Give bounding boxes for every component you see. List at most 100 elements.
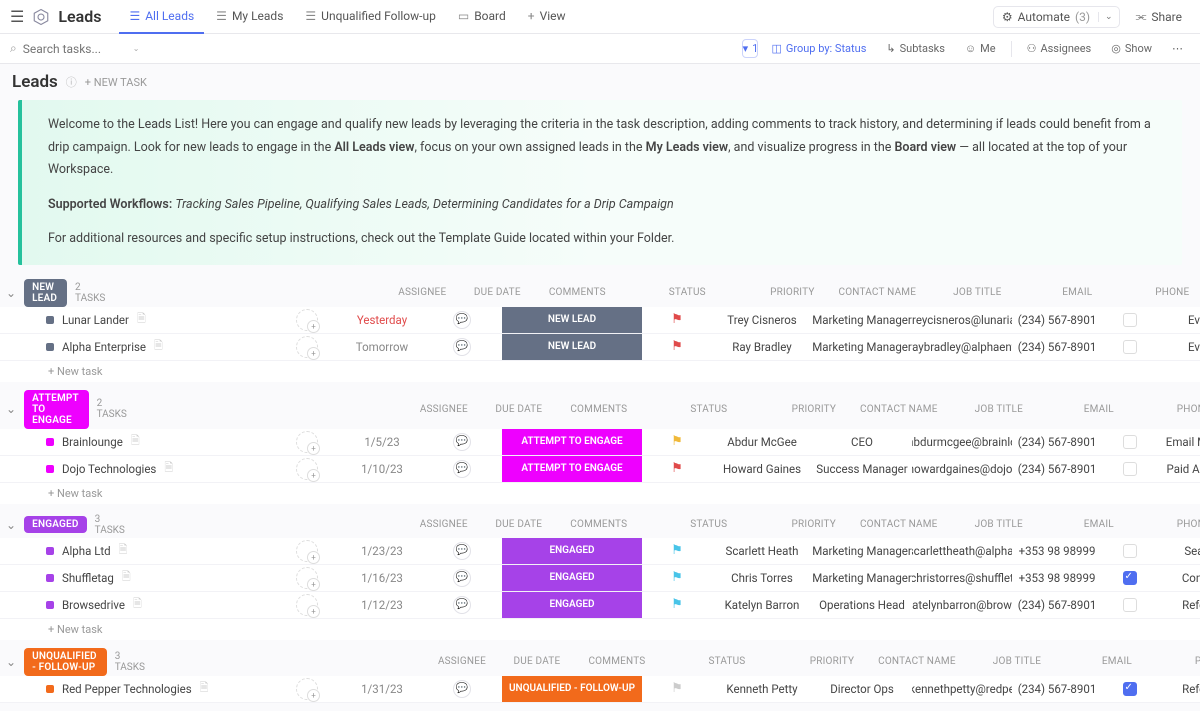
drip-checkbox[interactable] xyxy=(1123,571,1137,585)
job-cell[interactable]: Director Ops xyxy=(812,676,912,702)
contact-cell[interactable]: Kenneth Petty xyxy=(712,676,812,702)
col-due[interactable]: DUE DATE xyxy=(457,280,537,306)
priority-cell[interactable]: ⚑ xyxy=(642,592,712,618)
col-status[interactable]: STATUS xyxy=(639,396,779,422)
col-job[interactable]: JOB TITLE xyxy=(927,280,1027,306)
drip-cell[interactable] xyxy=(1102,334,1157,360)
search-input[interactable] xyxy=(23,42,123,56)
comments-cell[interactable]: 💬 xyxy=(422,676,502,702)
status-cell[interactable]: ATTEMPT TO ENGAGE xyxy=(502,429,642,455)
drip-checkbox[interactable] xyxy=(1123,435,1137,449)
contact-cell[interactable]: Scarlett Heath xyxy=(712,538,812,564)
automate-chevron-icon[interactable]: ⌄ xyxy=(1098,12,1119,22)
col-due[interactable]: DUE DATE xyxy=(497,649,577,675)
collapse-caret-icon[interactable]: ⌄ xyxy=(6,518,16,532)
comment-icon[interactable]: 💬 xyxy=(453,338,471,356)
job-cell[interactable]: Operations Head xyxy=(812,592,912,618)
task-row[interactable]: Brainlounge 🗎 1/5/23 💬 ATTEMPT TO ENGAGE… xyxy=(0,429,1200,456)
email-cell[interactable]: kennethpetty@redpe xyxy=(912,676,1012,702)
assignee-cell[interactable] xyxy=(272,538,342,564)
priority-cell[interactable]: ⚑ xyxy=(642,538,712,564)
source-cell[interactable]: Referral xyxy=(1157,592,1200,618)
comment-icon[interactable]: 💬 xyxy=(453,680,471,698)
col-email[interactable]: EMAIL xyxy=(1049,512,1149,538)
tab-unqualified[interactable]: ☰Unqualified Follow-up xyxy=(295,0,445,34)
col-contact[interactable]: CONTACT NAME xyxy=(849,396,949,422)
comments-cell[interactable]: 💬 xyxy=(422,334,502,360)
assignee-placeholder-icon[interactable] xyxy=(296,336,318,358)
source-cell[interactable]: Paid Adverti... xyxy=(1157,456,1200,482)
comments-cell[interactable]: 💬 xyxy=(422,538,502,564)
drip-cell[interactable] xyxy=(1102,538,1157,564)
drip-checkbox[interactable] xyxy=(1123,462,1137,476)
doc-icon[interactable]: 🗎 xyxy=(131,432,140,451)
drip-checkbox[interactable] xyxy=(1123,598,1137,612)
info-icon[interactable]: ⓘ xyxy=(66,74,77,90)
drip-checkbox[interactable] xyxy=(1123,682,1137,696)
comment-icon[interactable]: 💬 xyxy=(453,596,471,614)
source-cell[interactable]: Event xyxy=(1157,307,1200,333)
task-row[interactable]: Alpha Enterprise 🗎 Tomorrow 💬 NEW LEAD ⚑… xyxy=(0,334,1200,361)
contact-cell[interactable]: Abdur McGee xyxy=(712,429,812,455)
doc-icon[interactable]: 🗎 xyxy=(133,595,142,614)
due-date-cell[interactable]: 1/31/23 xyxy=(342,676,422,702)
comment-icon[interactable]: 💬 xyxy=(453,433,471,451)
tab-all-leads[interactable]: ☰All Leads xyxy=(119,0,204,34)
priority-cell[interactable]: ⚑ xyxy=(642,676,712,702)
col-priority[interactable]: PRIORITY xyxy=(779,396,849,422)
col-assignee[interactable]: ASSIGNEE xyxy=(409,512,479,538)
col-phone[interactable]: PHONE xyxy=(1149,396,1200,422)
status-cell[interactable]: ATTEMPT TO ENGAGE xyxy=(502,456,642,482)
subtasks-pill[interactable]: ↳Subtasks xyxy=(879,40,952,57)
assignee-cell[interactable] xyxy=(272,429,342,455)
search-icon[interactable]: ⌕ xyxy=(10,41,17,56)
flag-icon[interactable]: ⚑ xyxy=(671,461,683,476)
doc-icon[interactable]: 🗎 xyxy=(137,310,146,329)
new-task-row-button[interactable]: + New task xyxy=(0,361,1200,382)
task-row[interactable]: Alpha Ltd 🗎 1/23/23 💬 ENGAGED ⚑ Scarlett… xyxy=(0,538,1200,565)
drip-checkbox[interactable] xyxy=(1123,340,1137,354)
col-email[interactable]: EMAIL xyxy=(1049,396,1149,422)
source-cell[interactable]: Content xyxy=(1157,565,1200,591)
col-phone[interactable]: PHONE xyxy=(1167,649,1200,675)
assignee-placeholder-icon[interactable] xyxy=(296,458,318,480)
drip-cell[interactable] xyxy=(1102,429,1157,455)
tab-my-leads[interactable]: ☰My Leads xyxy=(206,0,293,34)
flag-icon[interactable]: ⚑ xyxy=(671,434,683,449)
flag-icon[interactable]: ⚑ xyxy=(671,339,683,354)
new-task-row-button[interactable]: + New task xyxy=(0,619,1200,640)
new-task-row-button[interactable]: + New task xyxy=(0,483,1200,504)
doc-icon[interactable]: 🗎 xyxy=(122,568,131,587)
contact-cell[interactable]: Trey Cisneros xyxy=(712,307,812,333)
doc-icon[interactable]: 🗎 xyxy=(164,459,173,478)
due-date-cell[interactable]: Yesterday xyxy=(342,307,422,333)
collapse-caret-icon[interactable]: ⌄ xyxy=(6,286,16,300)
priority-cell[interactable]: ⚑ xyxy=(642,307,712,333)
col-comments[interactable]: COMMENTS xyxy=(559,396,639,422)
task-name-cell[interactable]: Alpha Enterprise 🗎 xyxy=(42,334,272,360)
phone-cell[interactable]: +353 98 98999 xyxy=(1012,538,1102,564)
chevron-down-icon[interactable]: ⌄ xyxy=(133,44,140,53)
source-cell[interactable]: Event xyxy=(1157,334,1200,360)
col-due[interactable]: DUE DATE xyxy=(479,512,559,538)
status-cell[interactable]: ENGAGED xyxy=(502,565,642,591)
assignee-placeholder-icon[interactable] xyxy=(296,309,318,331)
task-row[interactable]: Browsedrive 🗎 1/12/23 💬 ENGAGED ⚑ Kately… xyxy=(0,592,1200,619)
task-name-cell[interactable]: Dojo Technologies 🗎 xyxy=(42,456,272,482)
source-cell[interactable]: Email Marke... xyxy=(1157,429,1200,455)
comments-cell[interactable]: 💬 xyxy=(422,429,502,455)
drip-cell[interactable] xyxy=(1102,565,1157,591)
phone-cell[interactable]: (234) 567-8901 xyxy=(1012,307,1102,333)
contact-cell[interactable]: Chris Torres xyxy=(712,565,812,591)
col-contact[interactable]: CONTACT NAME xyxy=(849,512,949,538)
comments-cell[interactable]: 💬 xyxy=(422,565,502,591)
job-cell[interactable]: Success Manager xyxy=(812,456,912,482)
col-status[interactable]: STATUS xyxy=(657,649,797,675)
col-phone[interactable]: PHONE xyxy=(1149,512,1200,538)
task-row[interactable]: Red Pepper Technologies 🗎 1/31/23 💬 UNQU… xyxy=(0,676,1200,703)
email-cell[interactable]: howardgaines@dojot xyxy=(912,456,1012,482)
doc-icon[interactable]: 🗎 xyxy=(119,541,128,560)
assignee-cell[interactable] xyxy=(272,456,342,482)
comment-icon[interactable]: 💬 xyxy=(453,311,471,329)
due-date-cell[interactable]: Tomorrow xyxy=(342,334,422,360)
